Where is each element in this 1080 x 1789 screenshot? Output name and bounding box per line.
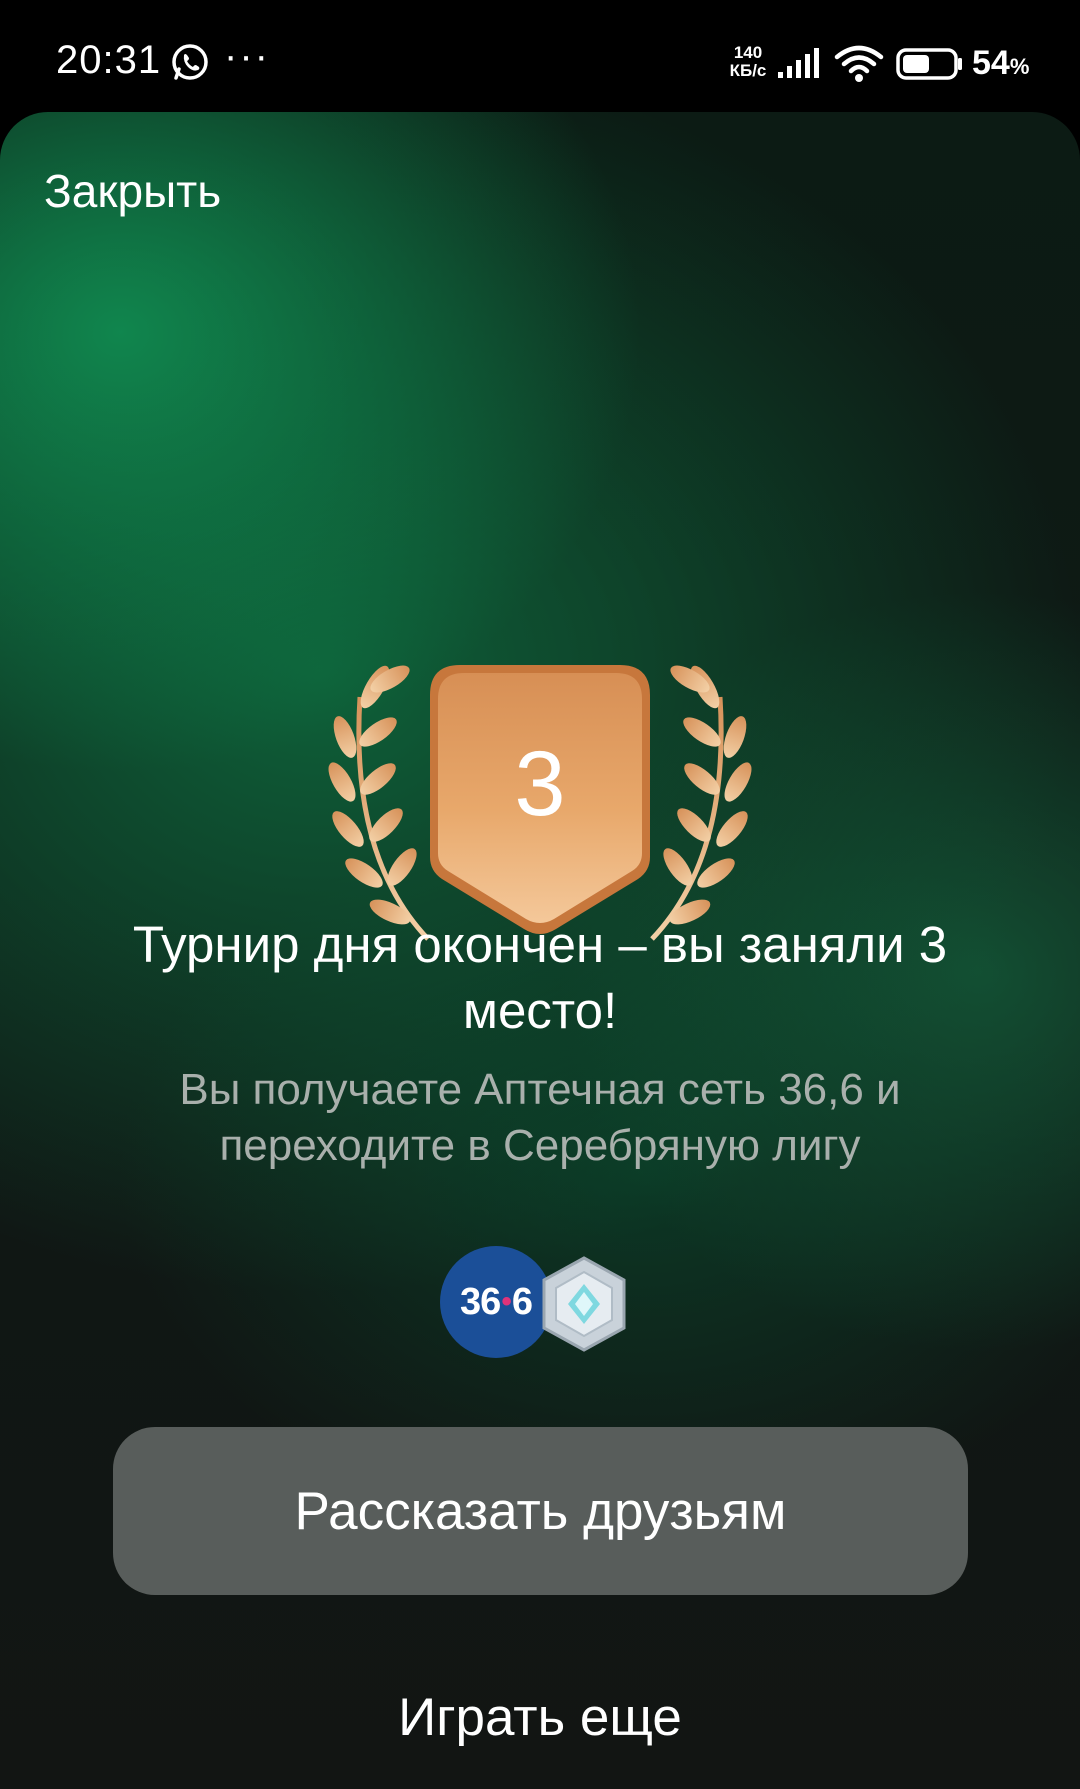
silver-league-badge-icon [542, 1256, 626, 1352]
cellular-signal-icon [778, 48, 819, 78]
network-speed-value: 140 [733, 43, 763, 62]
status-time: 20:31 [56, 38, 162, 82]
rewards-row: 36 • 6 [440, 1246, 640, 1358]
place-shield-icon: 3 [430, 665, 650, 934]
more-notifications-indicator: ··· [224, 34, 270, 78]
partner-logo-right-text: 6 [511, 1280, 533, 1323]
share-with-friends-button[interactable]: Рассказать друзьям [113, 1427, 968, 1595]
left-laurel-icon [328, 665, 430, 941]
result-title: Турнир дня окончен – вы заняли 3 место! [132, 916, 948, 1039]
bronze-medal: 3 [328, 665, 752, 941]
whatsapp-icon [172, 44, 208, 80]
close-button[interactable]: Закрыть [44, 164, 221, 218]
right-laurel-icon [650, 665, 752, 941]
battery-level-fill [903, 55, 929, 73]
place-number: 3 [514, 733, 565, 835]
status-bar: 20:31 ··· 140 КБ/с 54% [0, 0, 1080, 112]
wifi-icon [834, 45, 884, 82]
network-speed: 140 КБ/с [722, 44, 774, 80]
network-speed-unit: КБ/с [729, 61, 767, 80]
play-again-button[interactable]: Играть еще [240, 1672, 840, 1762]
tournament-result-sheet: Закрыть 3 Турнир дня окончен – вы заняли… [0, 112, 1080, 1789]
partner-logo-left-text: 36 [460, 1280, 501, 1323]
battery-icon [896, 48, 962, 80]
battery-percent: 54% [972, 44, 1030, 82]
partner-logo-dot: • [501, 1285, 511, 1318]
result-subtitle: Вы получаете Аптечная сеть 36,6 и перехо… [179, 1065, 901, 1170]
